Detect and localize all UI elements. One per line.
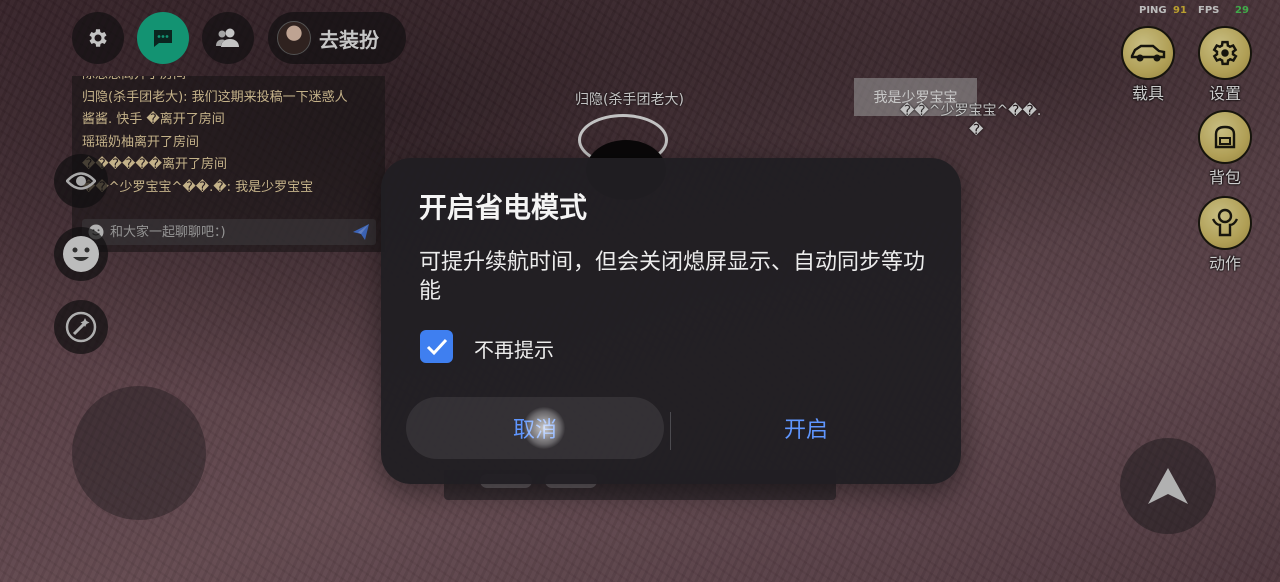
touch-ripple bbox=[523, 407, 565, 449]
dont-remind-checkbox[interactable] bbox=[420, 330, 453, 363]
power-saving-dialog: 开启省电模式 可提升续航时间，但会关闭熄屏显示、自动同步等功能 不再提示 取消 … bbox=[381, 158, 961, 484]
enable-label: 开启 bbox=[783, 418, 828, 443]
checkmark-icon bbox=[426, 338, 447, 355]
dialog-message: 可提升续航时间，但会关闭熄屏显示、自动同步等功能 bbox=[419, 250, 926, 304]
dialog-title: 开启省电模式 bbox=[419, 191, 588, 224]
button-divider bbox=[670, 412, 671, 450]
dont-remind-label[interactable]: 不再提示 bbox=[474, 334, 554, 363]
cancel-button[interactable]: 取消 bbox=[406, 397, 664, 459]
enable-button[interactable]: 开启 bbox=[677, 397, 935, 459]
